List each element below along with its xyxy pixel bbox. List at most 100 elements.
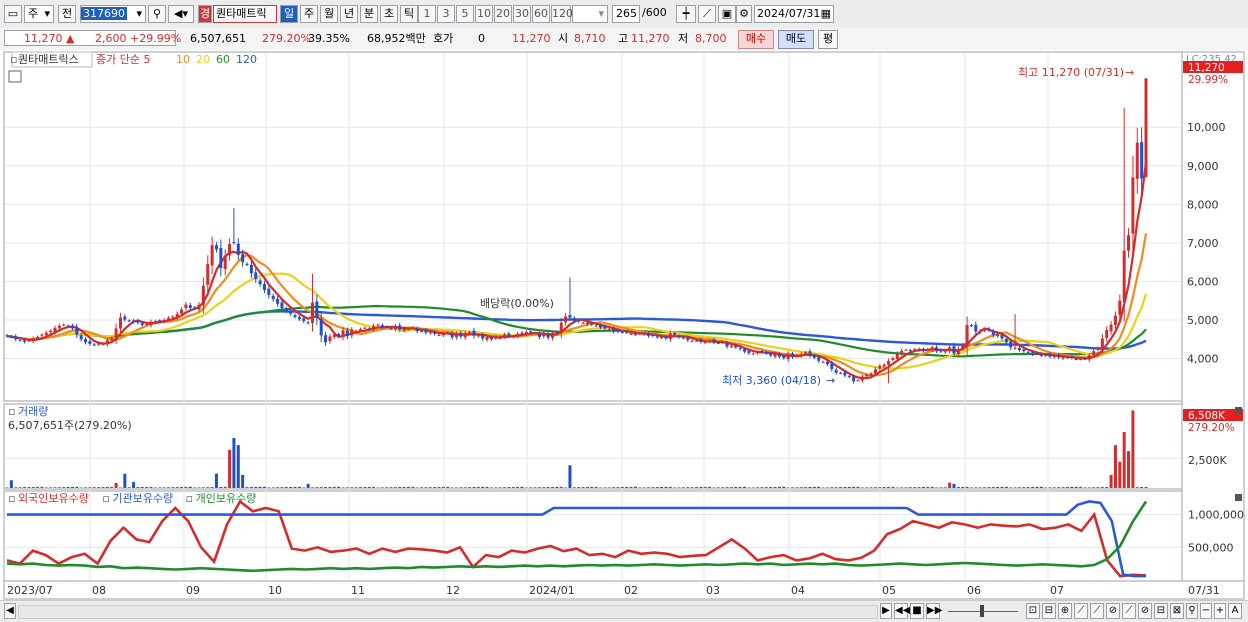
font-size-icon[interactable]: A (1228, 603, 1242, 619)
volume-bar (795, 487, 798, 488)
volume-bar (595, 487, 598, 488)
code-input[interactable]: 317690▾ (80, 5, 146, 23)
candle-body (438, 335, 441, 336)
period-tab-6[interactable]: 틱 (400, 5, 418, 23)
minute-tab-30[interactable]: 30 (513, 5, 531, 23)
sell-button[interactable]: 매도 (778, 30, 814, 49)
candle-body (102, 344, 105, 345)
volume-bar (276, 487, 279, 488)
search-icon[interactable]: ⚲ (1186, 603, 1198, 619)
calculator-icon[interactable] (9, 71, 21, 82)
candle-body (551, 333, 554, 338)
date-input[interactable]: 2024/07/31▦ (754, 5, 834, 23)
candle-body (839, 373, 842, 374)
buy-button[interactable]: 매수 (738, 30, 774, 49)
play-icon[interactable]: ▶ (880, 603, 892, 619)
scroll-left-button[interactable]: ◀ (4, 603, 16, 619)
candle-body (542, 333, 545, 336)
draw-tool-icon[interactable]: ⟋ (698, 5, 716, 23)
minute-tab-120[interactable]: 120 (551, 5, 571, 23)
period-tab-5[interactable]: 초 (380, 5, 398, 23)
period-tab-4[interactable]: 분 (360, 5, 378, 23)
minute-tab-60[interactable]: 60 (532, 5, 550, 23)
tool-icon[interactable]: ⟋ (1090, 603, 1104, 619)
volume-bar (1018, 487, 1021, 488)
volume-bar (1118, 462, 1121, 488)
fast-forward-icon[interactable]: ▶▶ (926, 603, 940, 619)
candle-body (1018, 348, 1021, 350)
candle-body (14, 336, 17, 339)
minute-tab-20[interactable]: 20 (494, 5, 512, 23)
interval-select[interactable]: ▾ (572, 5, 608, 23)
candle-body (961, 345, 964, 348)
volume-bar (19, 487, 22, 488)
stop-icon[interactable]: ■ (910, 603, 924, 619)
window-menu-icon[interactable]: ▭ (4, 5, 22, 23)
candle-body (224, 256, 227, 269)
candle-body (355, 331, 358, 332)
gear-icon[interactable]: ⚙ (736, 5, 752, 23)
tool-icon[interactable]: ⊕ (1058, 603, 1072, 619)
candle-body (1035, 353, 1038, 354)
close-panel-icon[interactable] (1235, 494, 1242, 501)
speaker-icon[interactable]: ◀▾ (168, 5, 194, 23)
holdings-y-tick: 1,000,000 (1188, 509, 1244, 522)
tool-icon[interactable]: ⟋ (1122, 603, 1136, 619)
market-select[interactable]: 주▾ (24, 5, 54, 23)
volume-bar (730, 487, 733, 488)
minute-tab-1[interactable]: 1 (418, 5, 436, 23)
zoom-slider-handle[interactable] (980, 605, 984, 617)
candle-body (1031, 352, 1034, 354)
tool-icon[interactable]: ⊠ (1170, 603, 1184, 619)
candle-body (817, 357, 820, 361)
period-tab-2[interactable]: 월 (320, 5, 338, 23)
minute-tab-3[interactable]: 3 (437, 5, 455, 23)
count-input[interactable]: 265 (612, 5, 640, 23)
close-panel-icon[interactable] (1235, 407, 1242, 414)
x-axis-label: 11 (351, 584, 365, 597)
volume-bar (1123, 432, 1126, 488)
warning-badge: 경 (198, 5, 212, 23)
volume-bar (542, 487, 545, 488)
scrollbar-track[interactable] (18, 605, 878, 619)
period-tab-0[interactable]: 일 (280, 5, 298, 23)
candle-body (870, 374, 873, 376)
candle-type-icon[interactable]: ┿ (676, 5, 696, 23)
volume-bar (1062, 487, 1065, 488)
candle-body (1044, 355, 1047, 356)
candle-body (442, 333, 445, 335)
period-tab-1[interactable]: 주 (300, 5, 318, 23)
tool-icon[interactable]: ⊟ (1042, 603, 1056, 619)
volume-bar (695, 487, 698, 488)
tool-icon[interactable]: ⊘ (1138, 603, 1152, 619)
volume-bar (294, 487, 297, 488)
volume-bar (97, 487, 100, 488)
minute-tab-5[interactable]: 5 (456, 5, 474, 23)
volume-summary: 6,507,651주(279.20%) (8, 419, 132, 432)
period-tab-3[interactable]: 년 (340, 5, 358, 23)
volume-bar (743, 487, 746, 488)
stock-chart[interactable]: 4,0005,0006,0007,0008,0009,00010,000 202… (0, 50, 1248, 600)
volume-bar (708, 487, 711, 488)
volume: 6,507,651 (190, 31, 246, 47)
save-icon[interactable]: ▣ (718, 5, 736, 23)
volume-bar (189, 487, 192, 488)
minute-tab-10[interactable]: 10 (475, 5, 493, 23)
search-icon[interactable]: ⚲ (148, 5, 166, 23)
candle-body (202, 286, 205, 306)
tool-icon[interactable]: ⊡ (1026, 603, 1040, 619)
candle-body (346, 331, 349, 337)
tool-icon[interactable]: ⟋ (1074, 603, 1088, 619)
volume-bar (355, 487, 358, 488)
rewind-icon[interactable]: ◀◀ (894, 603, 908, 619)
candle-body (27, 340, 30, 341)
volume-bar (442, 487, 445, 488)
tool-icon[interactable]: ⊟ (1154, 603, 1168, 619)
zoom-in-icon[interactable]: + (1214, 603, 1226, 619)
type-button[interactable]: 전 (58, 5, 76, 23)
evaluate-button[interactable]: 평 (818, 30, 838, 49)
zoom-out-icon[interactable]: − (1200, 603, 1212, 619)
volume-bar (664, 487, 667, 488)
tool-icon[interactable]: ⊘ (1106, 603, 1120, 619)
candle-body (935, 347, 938, 350)
